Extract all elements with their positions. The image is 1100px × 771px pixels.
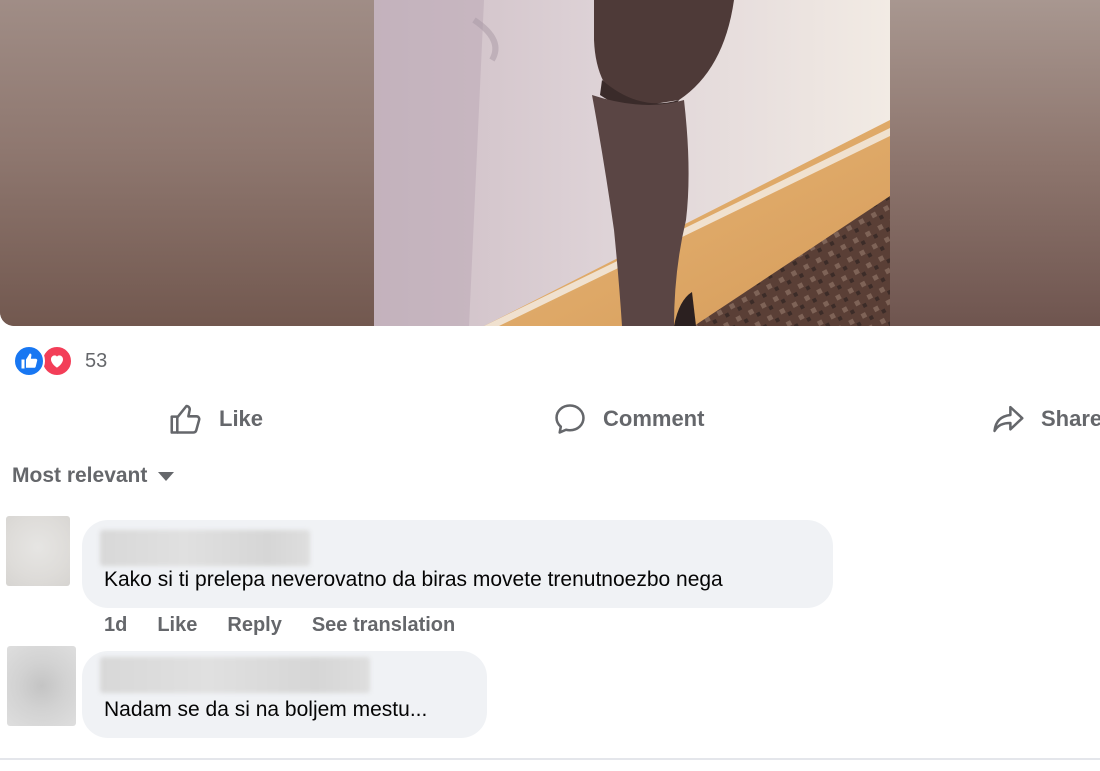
reaction-summary[interactable]: 53: [13, 343, 107, 379]
post-photo[interactable]: [374, 0, 890, 326]
share-button[interactable]: Share: [989, 395, 1100, 443]
comment-like-link[interactable]: Like: [157, 614, 197, 637]
reaction-count[interactable]: 53: [85, 350, 107, 373]
see-translation-link[interactable]: See translation: [312, 614, 455, 637]
like-reaction-icon: [13, 345, 45, 377]
comment-sort-label: Most relevant: [12, 464, 148, 487]
comment-actions: 1d Like Reply See translation: [104, 614, 455, 637]
comment-reply-link[interactable]: Reply: [227, 614, 281, 637]
share-arrow-icon: [989, 400, 1027, 438]
love-reaction-icon: [41, 345, 73, 377]
like-button-label: Like: [219, 406, 264, 431]
post-media[interactable]: [0, 0, 1100, 326]
post-action-bar: Like Comment Share: [0, 395, 1100, 443]
caret-down-icon: [157, 464, 175, 488]
comment-text: Kako si ti prelepa neverovatno da biras …: [104, 568, 723, 591]
section-divider: [0, 758, 1100, 760]
media-blurred-backdrop-left: [0, 0, 374, 326]
comment-bubble: Kako si ti prelepa neverovatno da biras …: [82, 520, 833, 608]
comment-button-label: Comment: [603, 406, 705, 431]
thumbs-up-icon: [167, 400, 205, 438]
comment-author-avatar[interactable]: [6, 516, 70, 586]
share-button-label: Share: [1041, 406, 1100, 431]
comment-bubble: Nadam se da si na boljem mestu...: [82, 651, 487, 738]
comment-sort-dropdown[interactable]: Most relevant: [12, 464, 175, 488]
comment-button[interactable]: Comment: [551, 395, 704, 443]
comment-author-name-blurred[interactable]: [100, 530, 310, 566]
comment-text: Nadam se da si na boljem mestu...: [104, 698, 428, 721]
like-button[interactable]: Like: [167, 395, 263, 443]
comment-timestamp[interactable]: 1d: [104, 614, 127, 637]
media-blurred-backdrop-right: [890, 0, 1100, 326]
comment-author-avatar[interactable]: [7, 646, 76, 726]
comment-bubble-icon: [551, 400, 589, 438]
comment-author-name-blurred[interactable]: [100, 657, 370, 693]
